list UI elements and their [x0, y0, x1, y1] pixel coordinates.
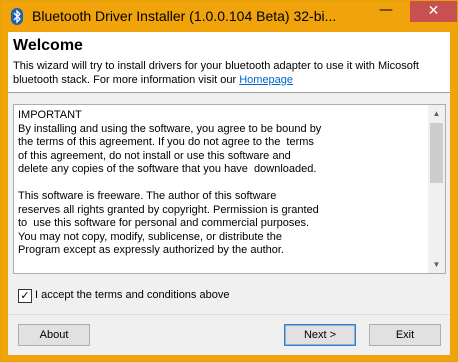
accept-checkbox[interactable]: ✓ [18, 289, 32, 303]
about-button[interactable]: About [18, 324, 90, 346]
window-title: Bluetooth Driver Installer (1.0.0.104 Be… [32, 8, 337, 24]
scroll-down-arrow-icon[interactable]: ▼ [428, 256, 445, 273]
installer-window: Bluetooth Driver Installer (1.0.0.104 Be… [0, 0, 458, 362]
dialog-body: Welcome This wizard will try to install … [8, 32, 450, 355]
next-button[interactable]: Next > [284, 324, 356, 346]
minimize-button[interactable]: — [363, 1, 409, 22]
bluetooth-icon [11, 8, 23, 25]
license-text: IMPORTANT By installing and using the so… [18, 109, 322, 256]
exit-button[interactable]: Exit [369, 324, 441, 346]
license-textbox[interactable]: IMPORTANT By installing and using the so… [13, 104, 446, 274]
description-text: This wizard will try to install drivers … [13, 60, 419, 86]
close-button[interactable]: ✕ [410, 1, 457, 22]
wizard-description: This wizard will try to install drivers … [13, 59, 443, 87]
homepage-link[interactable]: Homepage [239, 74, 293, 86]
scroll-up-arrow-icon[interactable]: ▲ [428, 105, 445, 122]
page-title: Welcome [13, 37, 83, 54]
title-bar[interactable]: Bluetooth Driver Installer (1.0.0.104 Be… [1, 1, 457, 32]
vertical-scrollbar[interactable]: ▲ ▼ [428, 105, 445, 273]
accept-label[interactable]: I accept the terms and conditions above [35, 289, 229, 301]
button-bar: About Next > Exit [8, 314, 450, 355]
scroll-thumb[interactable] [430, 123, 443, 183]
wizard-header: Welcome This wizard will try to install … [8, 32, 450, 93]
